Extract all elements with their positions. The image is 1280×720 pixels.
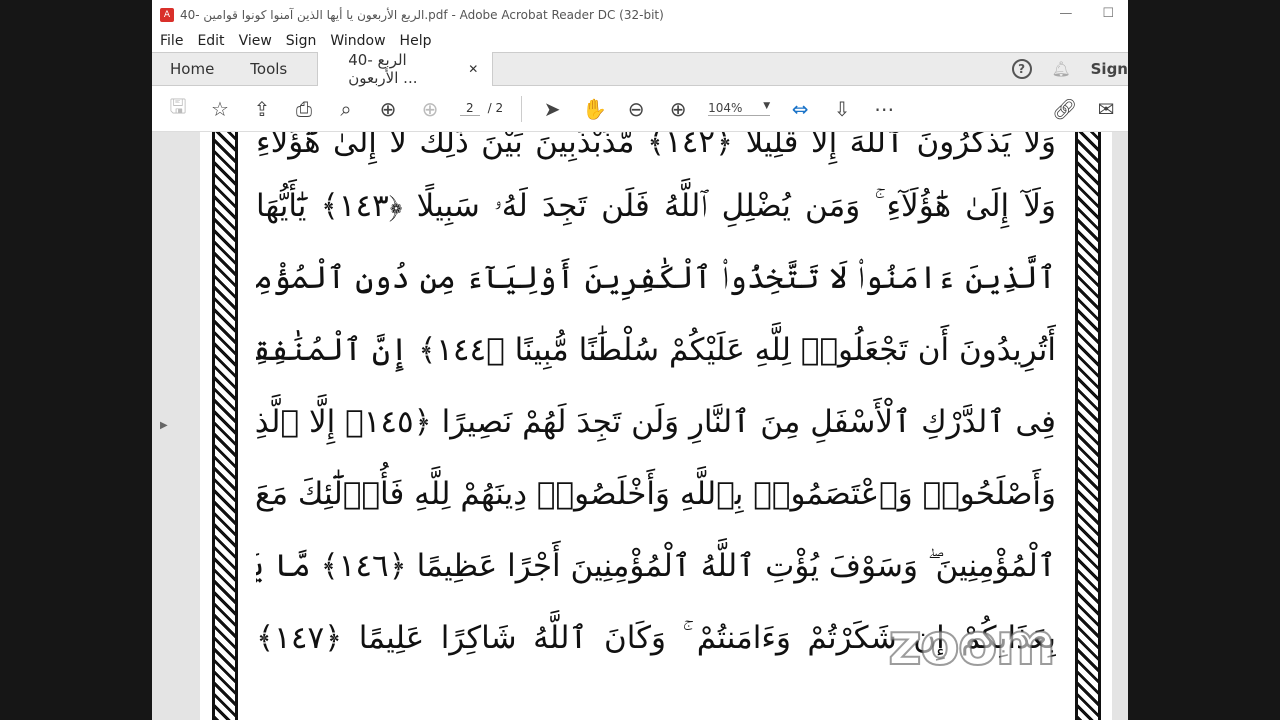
decorative-border-right xyxy=(1075,132,1101,720)
search-zoom-icon[interactable]: ⌕ xyxy=(334,97,358,121)
minimize-button[interactable]: — xyxy=(1059,6,1072,21)
tab-document[interactable]: 40- الربع الأربعون ... ✕ xyxy=(317,51,494,87)
toolbar: 🖫 ☆ ⇪ ⎙ ⌕ ⊕ ⊕ 2 / 2 ➤ ✋ ⊖ ⊕ 104% ▼ ⇔ ⇩ ⋯ 🔗… xyxy=(152,86,1128,132)
select-cursor-icon[interactable]: ➤ xyxy=(540,97,564,121)
page-total: / 2 xyxy=(487,101,504,115)
zoom-out-icon[interactable]: ⊖ xyxy=(624,97,648,121)
next-page-icon[interactable]: ⊕ xyxy=(418,97,442,121)
menu-view[interactable]: View xyxy=(239,33,272,49)
close-tab-icon[interactable]: ✕ xyxy=(468,62,478,76)
expand-panel-icon[interactable]: ▶ xyxy=(160,420,168,431)
zoom-level-select[interactable]: 104% ▼ xyxy=(708,101,771,116)
chevron-down-icon: ▼ xyxy=(763,101,771,111)
acrobat-window: A 40- الربع الأربعون يا أيها الذين آمنوا… xyxy=(152,0,1128,720)
zoom-watermark: zoom xyxy=(887,609,1057,679)
more-tools-icon[interactable]: ⋯ xyxy=(872,97,896,121)
tab-bar: Home Tools 40- الربع الأربعون ... ✕ ? 🔔︎… xyxy=(152,51,1128,87)
text-line: وَلَآ إِلَىٰ هَٰٓؤُلَآءِ ۚ وَمَن يُضْلِل… xyxy=(256,188,1056,224)
decorative-border-left xyxy=(212,132,238,720)
scroll-mode-icon[interactable]: ⇩ xyxy=(830,97,854,121)
tab-home[interactable]: Home xyxy=(152,60,232,78)
bookmark-star-icon[interactable]: ☆ xyxy=(208,97,232,121)
upload-cloud-icon[interactable]: ⇪ xyxy=(250,97,274,121)
email-icon[interactable]: ✉ xyxy=(1094,97,1118,121)
page-number-input[interactable]: 2 xyxy=(460,101,480,116)
pdf-page: وَلَا يَذْكُرُونَ ٱللَّهَ إِلَّا قَلِيلً… xyxy=(200,132,1112,720)
text-line: ٱلَّذِينَ ءَامَنُوا۟ لَا تَتَّخِذُوا۟ ٱل… xyxy=(256,260,1056,296)
zoom-in-icon[interactable]: ⊕ xyxy=(666,97,690,121)
menu-edit[interactable]: Edit xyxy=(197,33,224,49)
text-line: فِى ٱلدَّرْكِ ٱلْأَسْفَلِ مِنَ ٱلنَّارِ … xyxy=(256,404,1056,440)
notification-bell-icon[interactable]: 🔔︎ xyxy=(1052,60,1071,78)
save-icon[interactable]: 🖫 xyxy=(166,92,190,126)
document-area: ▶ وَلَا يَذْكُرُونَ ٱللَّهَ إِلَّا قَلِي… xyxy=(152,132,1128,720)
zoom-level-value: 104% xyxy=(708,101,743,115)
toolbar-divider xyxy=(521,95,523,122)
fit-page-icon[interactable]: ⇔ xyxy=(788,97,812,121)
menu-bar: File Edit View Sign Window Help xyxy=(152,30,1128,52)
tab-document-label: 40- الربع الأربعون ... xyxy=(348,51,418,87)
previous-page-icon[interactable]: ⊕ xyxy=(376,97,400,121)
menu-file[interactable]: File xyxy=(160,33,183,49)
share-link-icon[interactable]: 🔗︎ xyxy=(1052,97,1077,121)
sign-in-button[interactable]: Sign xyxy=(1091,60,1128,78)
menu-sign[interactable]: Sign xyxy=(286,33,317,49)
menu-help[interactable]: Help xyxy=(400,33,432,49)
menu-window[interactable]: Window xyxy=(330,33,385,49)
tab-tools[interactable]: Tools xyxy=(232,60,305,78)
pdf-app-icon: A xyxy=(160,8,174,22)
maximize-button[interactable]: ☐ xyxy=(1102,6,1114,21)
help-icon[interactable]: ? xyxy=(1011,59,1032,79)
window-title: 40- الربع الأربعون يا أيها الذين آمنوا ك… xyxy=(180,8,664,22)
title-bar: A 40- الربع الأربعون يا أيها الذين آمنوا… xyxy=(152,0,1128,30)
text-line: وَلَا يَذْكُرُونَ ٱللَّهَ إِلَّا قَلِيلً… xyxy=(256,132,1056,160)
hand-tool-icon[interactable]: ✋ xyxy=(582,97,607,121)
text-line: أَتُرِيدُونَ أَن تَجْعَلُوا۟ لِلَّهِ عَل… xyxy=(256,332,1056,368)
text-line: ٱلْمُؤْمِنِينَ ۖ وَسَوْفَ يُؤْتِ ٱللَّهُ… xyxy=(256,548,1056,584)
text-line: وَأَصْلَحُوا۟ وَٱعْتَصَمُوا۟ بِٱللَّهِ و… xyxy=(256,476,1056,512)
quran-text: وَلَا يَذْكُرُونَ ٱللَّهَ إِلَّا قَلِيلً… xyxy=(256,132,1056,674)
print-icon[interactable]: ⎙ xyxy=(292,97,316,121)
